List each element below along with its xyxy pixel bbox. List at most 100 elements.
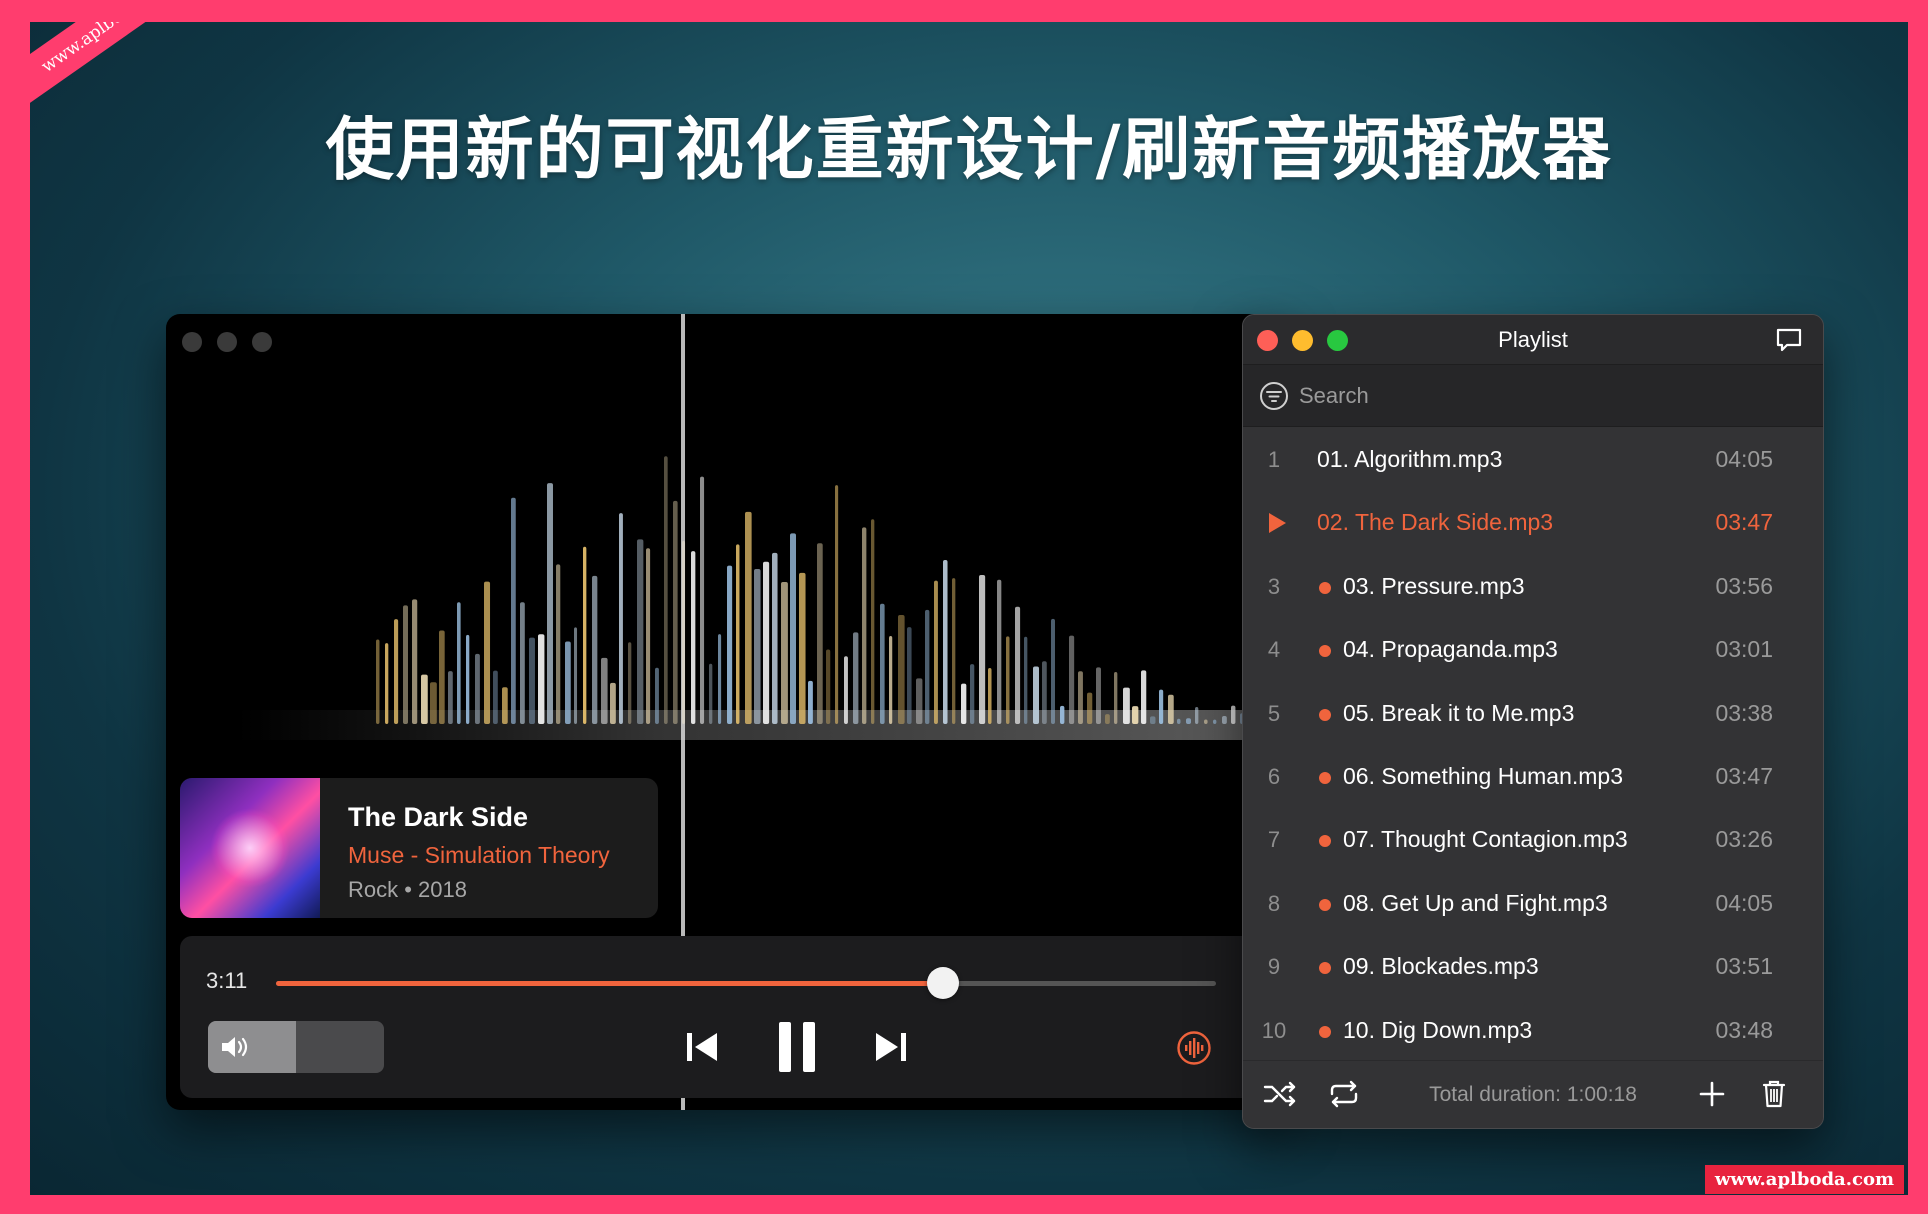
waveform-bar <box>610 682 616 724</box>
previous-icon[interactable] <box>685 1030 719 1064</box>
waveform-bar <box>880 603 885 724</box>
waveform-bar <box>430 682 437 724</box>
waveform-bar <box>538 634 545 724</box>
headline: 使用新的可视化重新设计/刷新音频播放器 <box>325 111 1613 190</box>
waveform-bar <box>727 565 733 724</box>
waveform-bar <box>574 627 578 724</box>
track-duration: 04:05 <box>1715 446 1773 472</box>
track-title: The Dark Side <box>348 802 529 832</box>
waveform-bar <box>1060 705 1065 724</box>
playlist-row[interactable]: 3 03. Pressure.mp3 03:56 <box>1243 556 1823 619</box>
unplayed-dot <box>1319 645 1331 658</box>
seek-knob[interactable] <box>927 967 960 999</box>
now-playing-card: The Dark Side Muse - Simulation Theory R… <box>180 778 658 918</box>
waveform-bar <box>1078 671 1083 724</box>
waveform-bar <box>1195 706 1199 724</box>
playlist-row[interactable]: 4 04. Propaganda.mp3 03:01 <box>1243 619 1823 682</box>
playlist-row[interactable]: 6 06. Something Human.mp3 03:47 <box>1243 746 1823 809</box>
playlist-row[interactable]: 02. The Dark Side.mp3 03:47 <box>1243 492 1823 555</box>
waveform-bar <box>943 560 948 724</box>
waveform-bar <box>1177 718 1181 724</box>
track-duration: 03:01 <box>1715 636 1773 663</box>
waveform-bar <box>484 581 491 724</box>
track-number: 1 <box>1267 447 1281 472</box>
playlist-row[interactable]: 1 01. Algorithm.mp3 04:05 <box>1243 429 1823 492</box>
waveform-bar <box>673 500 678 724</box>
track-artist-album[interactable]: Muse - Simulation Theory <box>348 842 610 869</box>
track-duration: 03:38 <box>1715 699 1773 726</box>
trash-icon[interactable] <box>1757 1079 1791 1109</box>
unplayed-dot <box>1319 898 1331 911</box>
waveform-bar <box>799 572 806 724</box>
waveform-bar <box>1006 636 1010 724</box>
unplayed-dot <box>1319 771 1331 784</box>
waveform-bar <box>817 543 823 724</box>
waveform-bar <box>448 671 453 724</box>
playback-controls: 3:11 <box>180 936 1272 1098</box>
playlist-row[interactable]: 10 10. Dig Down.mp3 03:48 <box>1243 1000 1823 1063</box>
total-duration: Total duration: 1:00:18 <box>1429 1083 1637 1106</box>
track-name: 09. Blockades.mp3 <box>1343 953 1539 980</box>
playlist-titlebar: Playlist <box>1243 315 1823 365</box>
waveform-bar <box>664 456 668 724</box>
waveform-bar <box>457 602 461 724</box>
waveform-bar <box>475 653 480 724</box>
track-number: 4 <box>1267 637 1281 663</box>
playlist-row[interactable]: 8 08. Get Up and Fight.mp3 04:05 <box>1243 873 1823 936</box>
waveform-bar <box>1222 715 1227 724</box>
player-window: The Dark Side Muse - Simulation Theory R… <box>166 314 1286 1110</box>
filter-icon[interactable] <box>1259 381 1289 411</box>
waveform-bar <box>412 599 418 724</box>
waveform-bar <box>979 574 986 724</box>
track-name: 06. Something Human.mp3 <box>1343 762 1623 789</box>
track-name: 10. Dig Down.mp3 <box>1343 1016 1533 1043</box>
waveform-bar <box>628 642 632 724</box>
waveform-bar <box>1042 661 1047 724</box>
zoom-dot[interactable] <box>252 332 272 352</box>
waveform-bar <box>556 564 561 724</box>
waveform-bar <box>745 511 752 724</box>
waveform-bar <box>1231 705 1236 724</box>
add-icon[interactable] <box>1695 1079 1729 1109</box>
waveform-bar <box>1024 636 1028 724</box>
pause-icon[interactable] <box>777 1020 817 1074</box>
close-dot[interactable] <box>182 332 202 352</box>
waveform-bar <box>961 683 967 724</box>
waveform-bar <box>1141 670 1147 724</box>
waveform-bar <box>646 548 651 724</box>
track-number: 7 <box>1267 827 1281 853</box>
playlist-row[interactable]: 9 09. Blockades.mp3 03:51 <box>1243 936 1823 999</box>
waveform-bar <box>1204 719 1208 724</box>
track-list: 1 01. Algorithm.mp3 04:05 02. The Dark Side… <box>1243 429 1823 1063</box>
waveform-bar <box>1150 716 1156 724</box>
waveform-bar <box>1051 618 1055 724</box>
waveform-bar <box>781 582 788 724</box>
track-duration: 03:51 <box>1715 953 1773 980</box>
volume-slider[interactable] <box>208 1021 384 1073</box>
track-name: 03. Pressure.mp3 <box>1343 572 1525 599</box>
next-icon[interactable] <box>874 1030 908 1064</box>
search-input[interactable] <box>1299 379 1779 413</box>
unplayed-dot <box>1319 1025 1331 1038</box>
waveform-bar <box>898 615 905 724</box>
waveform-bar <box>988 668 992 724</box>
playlist-row[interactable]: 7 07. Thought Contagion.mp3 03:26 <box>1243 809 1823 872</box>
waveform-bar <box>565 641 571 724</box>
playlist-row[interactable]: 5 05. Break it to Me.mp3 03:38 <box>1243 683 1823 746</box>
track-name: 04. Propaganda.mp3 <box>1343 636 1558 663</box>
seek-bar[interactable] <box>276 967 1216 999</box>
minimize-dot[interactable] <box>217 332 237 352</box>
waveform-bar <box>1096 667 1101 724</box>
waveform-bar <box>709 663 713 724</box>
visualizer-icon[interactable] <box>1176 1030 1212 1066</box>
track-duration: 03:47 <box>1715 509 1773 536</box>
track-name: 08. Get Up and Fight.mp3 <box>1343 889 1608 916</box>
track-number: 3 <box>1267 573 1281 599</box>
waveform-bar <box>1114 671 1118 724</box>
waveform-bar <box>1033 666 1040 724</box>
waveform-bar <box>718 634 722 724</box>
track-duration: 04:05 <box>1715 889 1773 916</box>
chat-icon[interactable] <box>1775 327 1803 353</box>
track-name: 05. Break it to Me.mp3 <box>1343 699 1575 726</box>
track-number: 9 <box>1267 954 1281 980</box>
